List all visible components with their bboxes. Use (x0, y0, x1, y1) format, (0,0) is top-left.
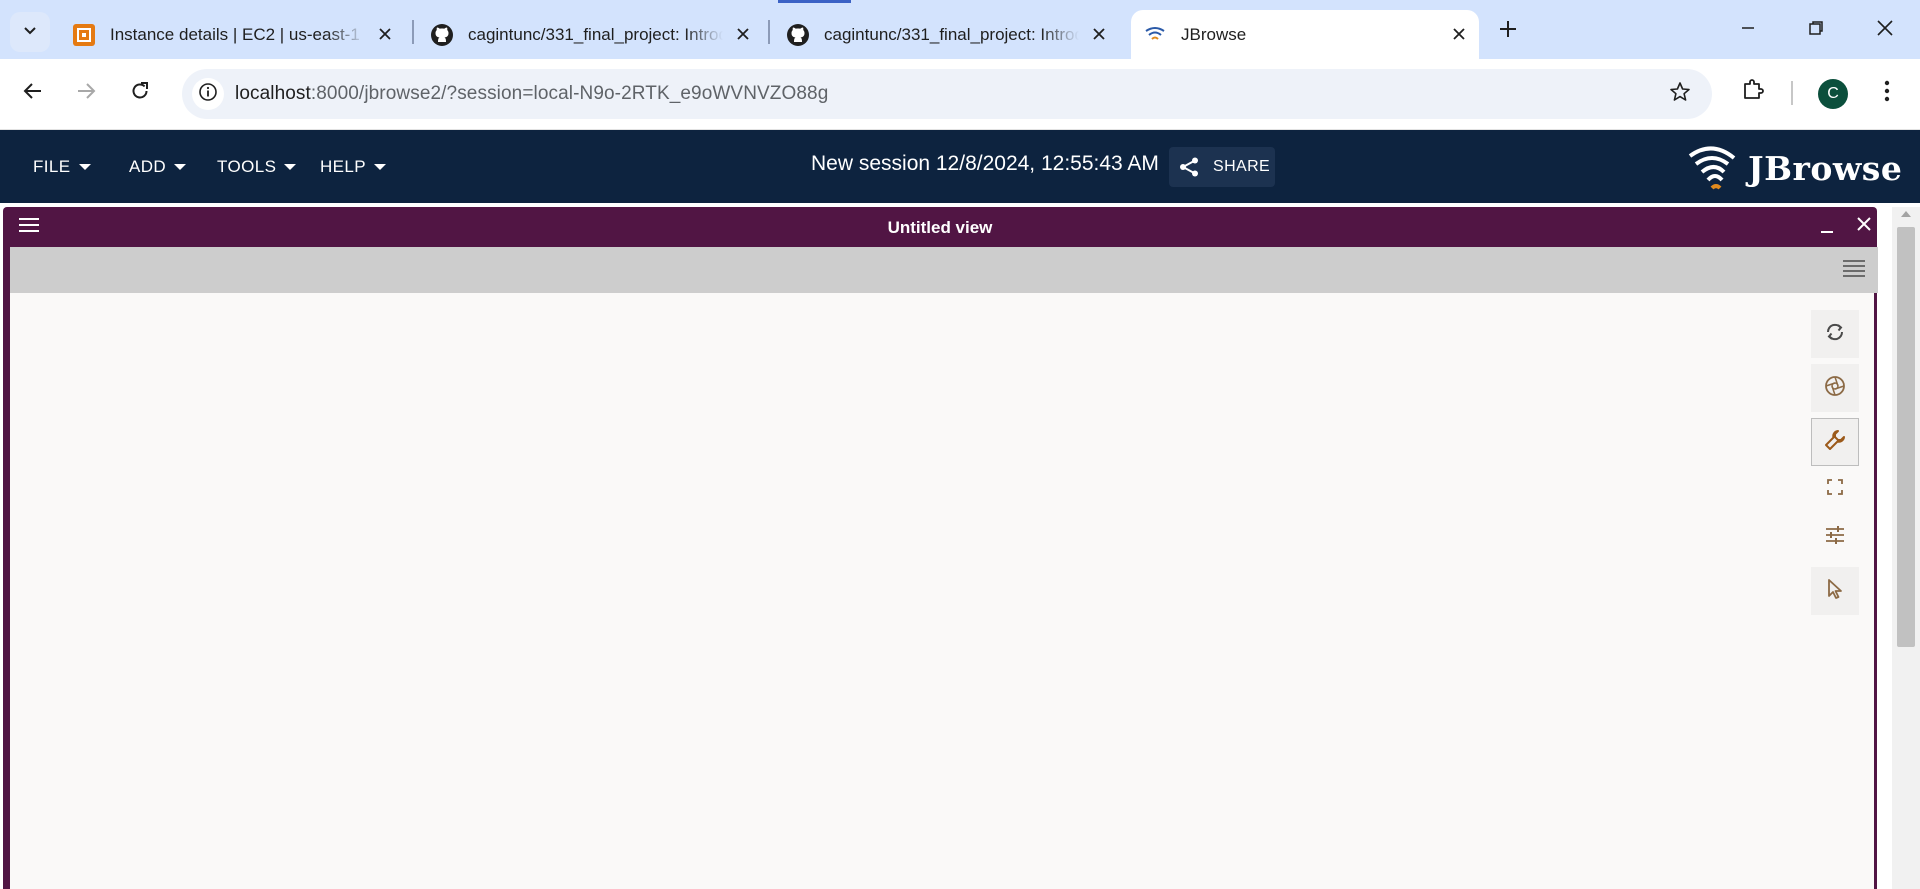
minimize-icon (1819, 218, 1835, 239)
close-icon[interactable] (1087, 22, 1111, 46)
puzzle-icon (1741, 77, 1765, 106)
view-container: Untitled view (0, 203, 1920, 889)
profile-avatar[interactable]: C (1818, 79, 1848, 109)
file-menu[interactable]: FILE (33, 153, 91, 181)
share-button[interactable]: SHARE (1169, 147, 1275, 187)
scroll-up-arrow-icon[interactable] (1901, 211, 1911, 217)
view-options-button[interactable] (1842, 259, 1866, 281)
page-scrollbar[interactable] (1892, 207, 1920, 889)
browser-tab-strip: Instance details | EC2 | us-east-1 cagin… (0, 0, 1920, 59)
tune-icon (1824, 525, 1846, 550)
github-icon (430, 23, 454, 47)
close-icon[interactable] (1447, 22, 1471, 46)
view-toolbar (10, 247, 1878, 293)
menu-icon (1843, 259, 1865, 282)
browser-toolbar: localhost:8000/jbrowse2/?session=local-N… (0, 59, 1920, 130)
close-window-button[interactable] (1862, 10, 1908, 50)
star-icon (1669, 81, 1691, 108)
reload-button[interactable] (120, 73, 160, 113)
minimize-view-button[interactable] (1816, 217, 1838, 239)
share-icon (1177, 155, 1201, 179)
refresh-tool-button[interactable] (1811, 310, 1859, 358)
browser-tab-github-1[interactable]: cagintunc/331_final_project: Introductio… (418, 10, 763, 59)
help-menu[interactable]: HELP (320, 153, 387, 181)
browser-menu-button[interactable] (1872, 77, 1902, 109)
close-icon (1855, 215, 1873, 238)
jbrowse-logo-text: JBrowse (1748, 148, 1903, 188)
tab-title: cagintunc/331_final_project: Introductio… (468, 24, 723, 44)
browser-tab-github-2[interactable]: cagintunc/331_final_project: Introductio… (774, 10, 1119, 59)
caret-down-icon (174, 164, 187, 170)
tab-title: cagintunc/331_final_project: Introductio… (824, 24, 1079, 44)
tools-menu-label: TOOLS (217, 157, 277, 176)
fullscreen-icon (1826, 478, 1844, 501)
file-menu-label: FILE (33, 157, 71, 176)
address-bar[interactable]: localhost:8000/jbrowse2/?session=local-N… (182, 69, 1712, 119)
add-menu-label: ADD (129, 157, 167, 176)
close-view-button[interactable] (1853, 215, 1875, 237)
scrollbar-thumb[interactable] (1897, 227, 1915, 647)
restore-window-button[interactable] (1793, 10, 1839, 50)
fullscreen-tool-button[interactable] (1811, 469, 1859, 509)
toolbar-divider (1791, 81, 1793, 105)
chevron-down-icon (22, 22, 38, 43)
tab-title: Instance details | EC2 | us-east-1 (110, 24, 360, 44)
minimize-icon (1740, 20, 1756, 41)
view-canvas[interactable] (10, 293, 1874, 889)
jbrowse-logo: JBrowse (1688, 142, 1902, 195)
forward-button[interactable] (66, 73, 106, 113)
tools-menu[interactable]: TOOLS (217, 153, 297, 181)
tab-search-button[interactable] (10, 12, 50, 52)
back-button[interactable] (13, 73, 53, 113)
close-icon (1876, 19, 1894, 42)
cursor-icon (1825, 578, 1845, 605)
tab-title: JBrowse (1181, 24, 1247, 44)
aperture-tool-button[interactable] (1811, 364, 1859, 412)
jbrowse-app-bar: FILE ADD TOOLS HELP New session 12/8/202… (0, 130, 1920, 203)
select-tool-button[interactable] (1811, 567, 1859, 615)
tune-tool-button[interactable] (1811, 517, 1859, 557)
extensions-button[interactable] (1737, 75, 1769, 107)
caret-down-icon (78, 164, 91, 170)
share-label: SHARE (1213, 158, 1271, 175)
new-tab-button[interactable] (1491, 17, 1525, 45)
arrow-right-icon (76, 81, 96, 106)
tab-divider (768, 20, 770, 44)
wrench-tool-button[interactable] (1811, 418, 1859, 466)
view-header: Untitled view (3, 207, 1877, 247)
jbrowse-logo-icon (1688, 142, 1740, 195)
bookmark-button[interactable] (1668, 81, 1692, 108)
url-path: :8000/jbrowse2/?session=local-N9o-2RTK_e… (310, 83, 829, 104)
url-host: localhost (235, 83, 311, 104)
restore-icon (1808, 20, 1824, 41)
info-icon (198, 82, 218, 107)
refresh-icon (1824, 321, 1846, 348)
github-icon (786, 23, 810, 47)
untitled-view: Untitled view (3, 207, 1878, 889)
reload-icon (130, 81, 150, 106)
close-icon[interactable] (731, 22, 755, 46)
caret-down-icon (374, 164, 387, 170)
view-title[interactable]: Untitled view (3, 218, 1877, 238)
site-info-button[interactable] (192, 78, 224, 110)
browser-tab-jbrowse[interactable]: JBrowse (1131, 10, 1479, 59)
help-menu-label: HELP (320, 157, 367, 176)
arrow-left-icon (23, 81, 43, 106)
wrench-icon (1823, 428, 1847, 457)
session-title[interactable]: New session 12/8/2024, 12:55:43 AM (811, 152, 1159, 176)
more-vert-icon (1884, 80, 1890, 107)
aperture-icon (1824, 375, 1846, 402)
tab-divider (412, 20, 414, 44)
browser-tab-ec2[interactable]: Instance details | EC2 | us-east-1 (60, 10, 405, 59)
add-menu[interactable]: ADD (129, 153, 187, 181)
url-text[interactable]: localhost:8000/jbrowse2/?session=local-N… (235, 83, 828, 105)
aws-icon (72, 23, 96, 47)
close-icon[interactable] (373, 22, 397, 46)
plus-icon (1499, 20, 1517, 43)
jbrowse-icon (1143, 23, 1167, 47)
caret-down-icon (284, 164, 297, 170)
tab-loading-indicator (778, 0, 851, 3)
minimize-window-button[interactable] (1725, 10, 1771, 50)
